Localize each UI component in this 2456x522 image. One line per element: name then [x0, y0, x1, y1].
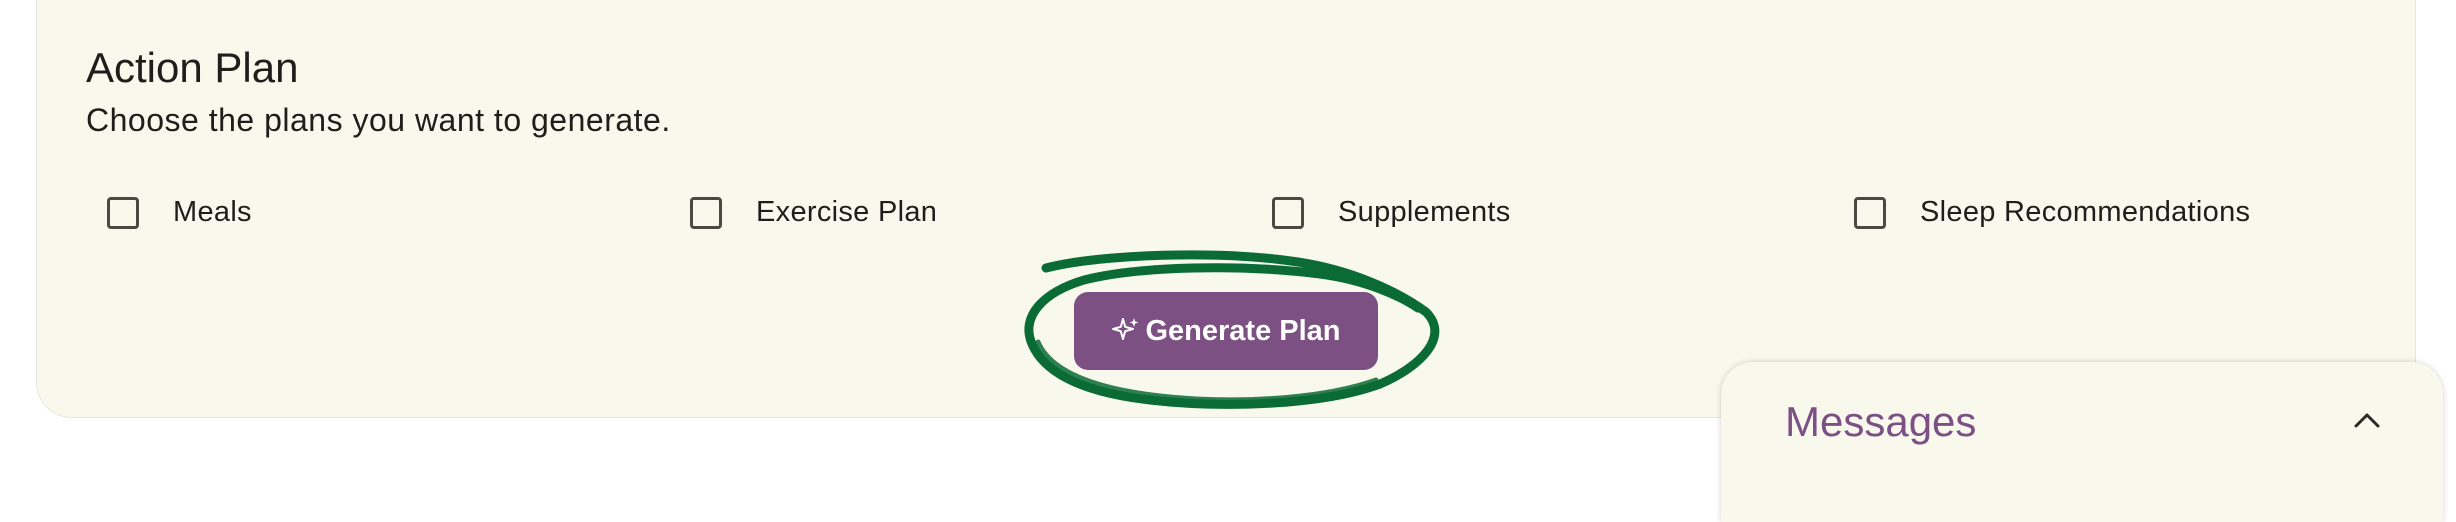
- supplements-label: Supplements: [1338, 196, 1511, 228]
- messages-title: Messages: [1785, 398, 1977, 445]
- chevron-up-icon[interactable]: [2347, 400, 2387, 440]
- messages-panel[interactable]: Messages: [1721, 362, 2443, 522]
- exercise-plan-label: Exercise Plan: [756, 196, 938, 228]
- meals-checkbox[interactable]: [107, 196, 139, 229]
- option-exercise-plan[interactable]: Exercise Plan: [690, 196, 937, 229]
- page-subtitle: Choose the plans you want to generate.: [86, 102, 671, 138]
- option-meals[interactable]: Meals: [107, 196, 252, 229]
- option-sleep-recommendations[interactable]: Sleep Recommendations: [1854, 196, 2250, 229]
- generate-plan-button[interactable]: Generate Plan: [1074, 292, 1378, 370]
- exercise-plan-checkbox[interactable]: [690, 196, 722, 229]
- option-supplements[interactable]: Supplements: [1272, 196, 1511, 229]
- meals-label: Meals: [173, 196, 252, 228]
- supplements-checkbox[interactable]: [1272, 196, 1304, 229]
- sparkle-icon: [1111, 316, 1141, 346]
- generate-plan-label: Generate Plan: [1145, 314, 1341, 347]
- sleep-recommendations-checkbox[interactable]: [1854, 196, 1886, 229]
- page-title: Action Plan: [86, 44, 299, 91]
- sleep-recommendations-label: Sleep Recommendations: [1920, 196, 2251, 228]
